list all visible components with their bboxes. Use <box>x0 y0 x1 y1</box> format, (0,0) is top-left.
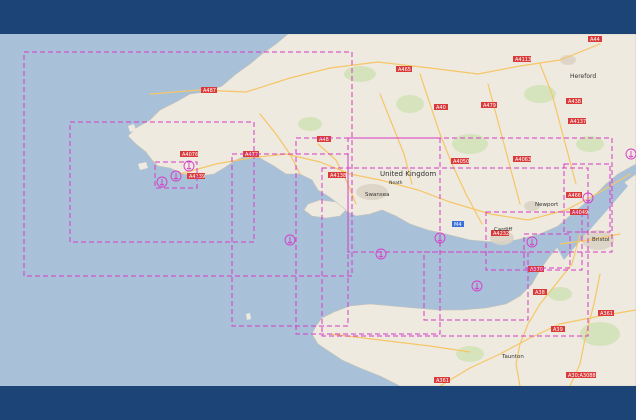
svg-text:A30;A3088: A30;A3088 <box>568 373 596 379</box>
road-label-a44: A44 <box>588 36 602 43</box>
road-label-m4: M4 <box>452 221 464 228</box>
town-label-taunton: Taunton <box>501 354 524 360</box>
svg-text:A438: A438 <box>568 99 581 105</box>
road-label-a361-south: A361 <box>434 377 450 384</box>
town-label-hereford: Hereford <box>570 73 596 80</box>
svg-text:A477: A477 <box>245 152 258 158</box>
country-label: United Kingdom <box>380 170 436 178</box>
road-label-a48: A48 <box>317 136 331 143</box>
svg-text:A4063: A4063 <box>515 157 531 163</box>
top-banner <box>0 0 636 34</box>
town-label-neath: Neath <box>389 180 403 186</box>
svg-text:A466: A466 <box>568 193 581 199</box>
road-label-a479: A479 <box>481 102 497 109</box>
road-label-a4138: A4138 <box>328 172 346 179</box>
svg-text:A465: A465 <box>398 67 411 73</box>
road-label-a4113: A4113 <box>513 56 531 63</box>
road-label-a466: A466 <box>566 192 582 199</box>
road-label-a4137: A4137 <box>568 118 586 125</box>
road-label-a361: A361 <box>598 310 614 317</box>
svg-text:A361: A361 <box>600 311 613 317</box>
svg-text:A38: A38 <box>535 290 545 296</box>
svg-text:A479: A479 <box>483 103 496 109</box>
road-label-a39: A39 <box>551 326 565 333</box>
svg-text:A4049: A4049 <box>572 210 588 216</box>
road-label-a4050: A4050 <box>451 158 469 165</box>
bottom-banner <box>0 386 636 420</box>
road-label-a38: A38 <box>533 289 547 296</box>
svg-text:A4113: A4113 <box>515 57 531 63</box>
road-label-a4049: A4049 <box>570 209 588 216</box>
road-label-a465: A465 <box>396 66 412 73</box>
road-label-a4139: A4139 <box>187 173 205 180</box>
town-label-newport: Newport <box>535 202 559 208</box>
svg-text:A40: A40 <box>436 105 446 111</box>
svg-text:A487: A487 <box>203 88 216 94</box>
road-label-a4063: A4063 <box>513 156 531 163</box>
chart-coverage-map[interactable]: A44 A487 A4113 A479 A438 A40 A4076 A4139… <box>0 34 636 386</box>
svg-text:M4: M4 <box>454 222 462 228</box>
map-canvas: A44 A487 A4113 A479 A438 A40 A4076 A4139… <box>0 34 636 386</box>
svg-text:A361: A361 <box>436 378 449 384</box>
svg-text:A4076: A4076 <box>182 152 198 158</box>
svg-text:A4138: A4138 <box>330 173 346 179</box>
road-label-a4076: A4076 <box>180 151 198 158</box>
road-label-a438: A438 <box>566 98 582 105</box>
svg-text:A39: A39 <box>553 327 563 333</box>
road-label-a30-a3088: A30;A3088 <box>566 372 596 379</box>
svg-text:A4137: A4137 <box>570 119 586 125</box>
road-label-a487: A487 <box>201 87 217 94</box>
svg-text:A4050: A4050 <box>453 159 469 165</box>
road-label-a40-north: A40 <box>434 104 448 111</box>
svg-text:A44: A44 <box>590 37 600 43</box>
town-label-bristol: Bristol <box>592 237 610 243</box>
town-label-cardiff: Cardiff <box>494 227 512 233</box>
town-label-swansea: Swansea <box>365 192 389 198</box>
